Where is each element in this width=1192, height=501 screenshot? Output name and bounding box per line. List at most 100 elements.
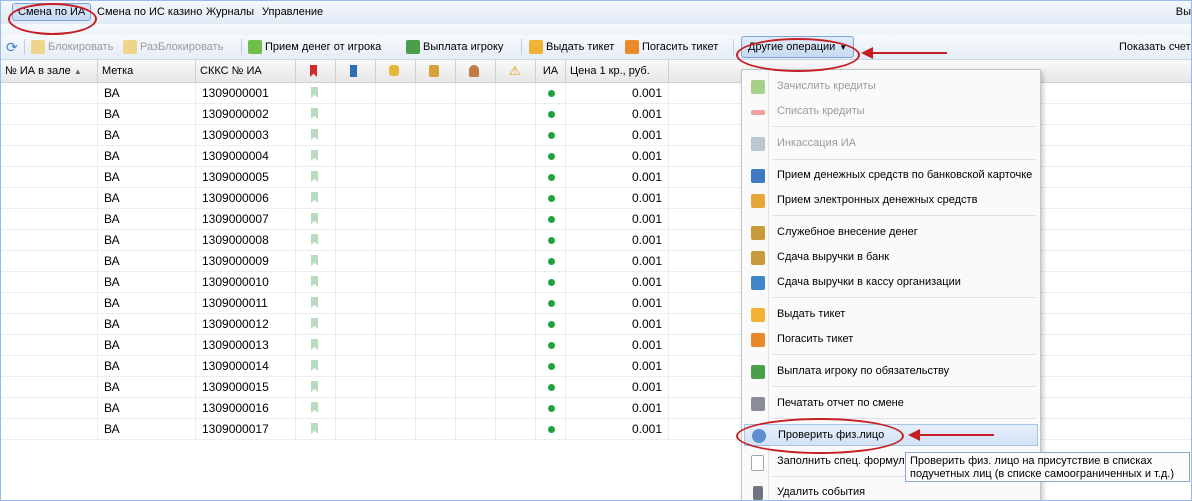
col-person[interactable] (456, 60, 496, 82)
cell-label: ВА (98, 335, 196, 355)
block-button[interactable]: Блокировать (31, 39, 113, 55)
menu-item-label: Печатать отчет по смене (777, 397, 904, 409)
col-ia[interactable]: ИА (536, 60, 566, 82)
cell-door (336, 356, 376, 376)
cell-hall-number (1, 377, 98, 397)
cell-price: 0.001 (566, 272, 669, 292)
cell-ia-status (536, 230, 566, 250)
other-operations-dropdown[interactable]: Другие операции ▼ (741, 36, 855, 58)
cell-bookmark (296, 356, 336, 376)
cell-sccs: 1309000017 (196, 419, 296, 439)
redeem-ticket-button[interactable]: Погасить тикет (625, 39, 718, 55)
cell-bookmark (296, 272, 336, 292)
cell-coins (416, 335, 456, 355)
refresh-button[interactable]: ⟳ (6, 39, 23, 55)
menu-item-obligation-payout[interactable]: Выплата игроку по обязательству (744, 361, 1038, 383)
col-bookmark[interactable] (296, 60, 336, 82)
col-label[interactable]: Метка (98, 60, 196, 82)
money-out-icon (406, 40, 420, 54)
other-operations-menu: Зачислить кредиты Списать кредиты Инкасс… (741, 69, 1041, 500)
col-label-label: Метка (102, 65, 134, 77)
bookmark-icon (311, 381, 318, 392)
chevron-down-icon: ▼ (839, 42, 848, 52)
menu-item-issue-ticket[interactable]: Выдать тикет (744, 304, 1038, 326)
minus-icon (751, 110, 765, 115)
cell-ia-status (536, 272, 566, 292)
menu-item-debit[interactable]: Списать кредиты (744, 101, 1038, 123)
col-hall-number[interactable]: № ИА в зале ▲ (1, 60, 98, 82)
cell-price: 0.001 (566, 83, 669, 103)
col-lock[interactable] (376, 60, 416, 82)
cell-warning (496, 377, 536, 397)
cell-door (336, 167, 376, 187)
menu-item-check-person[interactable]: Проверить физ.лицо (744, 424, 1038, 446)
menu-separator (772, 386, 1036, 387)
col-sccs[interactable]: СККС № ИА (196, 60, 296, 82)
cell-sccs: 1309000015 (196, 377, 296, 397)
payout-button[interactable]: Выплата игроку (406, 39, 503, 55)
cell-coins (416, 293, 456, 313)
issue-ticket-button[interactable]: Выдать тикет (529, 39, 614, 55)
cell-door (336, 125, 376, 145)
col-price[interactable]: Цена 1 кр., руб. (566, 60, 669, 82)
menu-item-redeem-ticket[interactable]: Погасить тикет (744, 329, 1038, 351)
menu-item-credit[interactable]: Зачислить кредиты (744, 76, 1038, 98)
menu-shift-ia[interactable]: Смена по ИА (12, 3, 92, 21)
menu-item-e-money[interactable]: Прием электронных денежных средств (744, 190, 1038, 212)
menu-item-print-report[interactable]: Печатать отчет по смене (744, 393, 1038, 415)
menu-shift-casino[interactable]: Смена по ИС казино (97, 6, 202, 18)
bookmark-icon (311, 129, 318, 140)
menu-item-service-deposit[interactable]: Служебное внесение денег (744, 222, 1038, 244)
cell-label: ВА (98, 272, 196, 292)
menu-item-collection[interactable]: Инкассация ИА (744, 133, 1038, 155)
cell-door (336, 230, 376, 250)
cell-lock (376, 377, 416, 397)
bookmark-icon (311, 255, 318, 266)
cell-price: 0.001 (566, 356, 669, 376)
menu-item-label: Списать кредиты (777, 105, 865, 117)
menu-item-bank-card[interactable]: Прием денежных средств по банковской кар… (744, 165, 1038, 187)
unblock-button[interactable]: РазБлокировать (123, 39, 223, 55)
cell-coins (416, 104, 456, 124)
bookmark-icon (311, 150, 318, 161)
status-dot-icon (548, 321, 555, 328)
menu-management[interactable]: Управление (262, 6, 323, 18)
col-warning[interactable]: ⚠ (496, 60, 536, 82)
menu-item-label: Выплата игроку по обязательству (777, 365, 950, 377)
menu-separator (772, 297, 1036, 298)
cell-person (456, 251, 496, 271)
menu-item-delete-events[interactable]: Удалить события (744, 482, 1038, 500)
menu-item-label: Проверить физ.лицо (778, 429, 885, 441)
cell-person (456, 419, 496, 439)
menu-item-revenue-cashdesk[interactable]: Сдача выручки в кассу организации (744, 272, 1038, 294)
menu-exit[interactable]: Вы (1176, 6, 1191, 18)
cell-price: 0.001 (566, 167, 669, 187)
col-coins[interactable] (416, 60, 456, 82)
menu-item-label: Заполнить спец. формул (777, 455, 905, 467)
cell-lock (376, 335, 416, 355)
bookmark-icon (311, 318, 318, 329)
cell-warning (496, 335, 536, 355)
ticket-redeem-icon (751, 333, 765, 347)
toolbar: ⟳ Блокировать РазБлокировать Прием денег… (1, 24, 1192, 60)
cell-label: ВА (98, 419, 196, 439)
tooltip-line-1: Проверить физ. лицо на присутствие в спи… (910, 455, 1153, 467)
col-door[interactable] (336, 60, 376, 82)
menu-item-label: Сдача выручки в кассу организации (777, 276, 961, 288)
cell-ia-status (536, 167, 566, 187)
accept-money-button[interactable]: Прием денег от игрока (248, 39, 381, 55)
cell-bookmark (296, 104, 336, 124)
cell-bookmark (296, 251, 336, 271)
menu-item-revenue-bank[interactable]: Сдача выручки в банк (744, 247, 1038, 269)
cell-ia-status (536, 188, 566, 208)
bookmark-icon (311, 234, 318, 245)
cell-bookmark (296, 209, 336, 229)
menu-journals[interactable]: Журналы (206, 6, 254, 18)
main-menu-bar: Смена по ИА Смена по ИС казино Журналы У… (1, 1, 1191, 25)
cell-bookmark (296, 377, 336, 397)
cell-lock (376, 293, 416, 313)
show-counters-button[interactable]: Показать счетч (1119, 39, 1192, 55)
status-dot-icon (548, 300, 555, 307)
cell-label: ВА (98, 230, 196, 250)
show-counters-label: Показать счетч (1119, 41, 1192, 53)
